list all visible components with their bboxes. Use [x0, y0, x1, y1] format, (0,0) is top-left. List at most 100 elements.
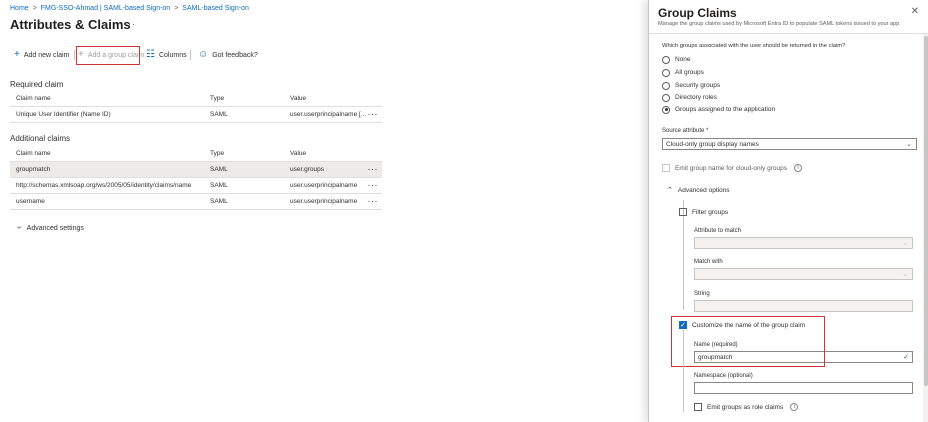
row-more-icon[interactable]: ···	[368, 194, 379, 208]
header-claim-name: Claim name	[16, 150, 51, 157]
required-claims-table: Claim name Type Value Unique User Identi…	[10, 91, 382, 123]
checkbox-icon	[694, 403, 702, 411]
radio-none[interactable]: None	[662, 54, 691, 65]
source-attribute-select[interactable]: Cloud-only group display names ⌄	[662, 138, 917, 150]
advanced-settings-toggle[interactable]: › Advanced settings	[14, 223, 84, 232]
radio-label: All groups	[675, 69, 704, 76]
claim-type: SAML	[210, 111, 228, 118]
header-type: Type	[210, 150, 225, 157]
match-with-select[interactable]: ⌄	[694, 268, 913, 280]
claim-name: username	[16, 198, 45, 205]
radio-label: Groups assigned to the application	[675, 106, 776, 113]
table-row[interactable]: http://schemas.xmlsoap.org/ws/2005/05/id…	[10, 178, 382, 194]
info-icon[interactable]: i	[790, 403, 799, 411]
row-more-icon[interactable]: ···	[368, 162, 379, 176]
string-input[interactable]	[694, 300, 913, 312]
more-options-icon[interactable]: ···	[124, 19, 136, 29]
filter-groups-label: Filter groups	[692, 208, 729, 216]
claim-value: user.userprincipalname [...	[290, 111, 367, 118]
string-label: String	[694, 291, 710, 297]
feedback-icon: ☺	[198, 49, 209, 60]
attribute-to-match-label: Attribute to match	[694, 228, 742, 234]
attribute-to-match-select[interactable]: ⌄	[694, 237, 913, 249]
close-icon[interactable]: ✕	[911, 6, 919, 17]
checkbox-icon	[662, 164, 670, 172]
columns-label: Columns	[158, 51, 187, 59]
add-new-claim-label: Add new claim	[23, 51, 70, 59]
chevron-down-icon: ⌄	[902, 240, 908, 247]
checkbox-icon	[679, 208, 687, 216]
advanced-settings-label: Advanced settings	[26, 225, 84, 232]
chevron-down-icon: ⌄	[902, 271, 908, 278]
radio-label: Directory roles	[675, 94, 717, 101]
radio-selected-icon	[662, 105, 670, 114]
additional-claims-title: Additional claims	[10, 134, 71, 143]
filter-groups-checkbox[interactable]: Filter groups	[679, 208, 728, 216]
table-row[interactable]: username SAML user.userprincipalname ···	[10, 194, 382, 210]
chevron-down-icon: ⌄	[906, 141, 912, 148]
checkmark-icon: ✓	[903, 354, 909, 361]
columns-icon: ☷	[146, 49, 155, 60]
info-icon[interactable]: i	[794, 164, 803, 172]
highlight-add-group-claim	[76, 46, 140, 65]
emit-role-claims-checkbox[interactable]: Emit groups as role claims i	[694, 403, 799, 411]
breadcrumb-app[interactable]: FMG-SSO-Ahmad | SAML-based Sign-on	[41, 5, 170, 12]
panel-subtitle: Manage the group claims used by Microsof…	[658, 21, 900, 27]
feedback-label: Got feedback?	[212, 51, 258, 59]
claim-type: SAML	[210, 182, 228, 189]
match-with-label: Match with	[694, 259, 723, 265]
table-row[interactable]: Unique User Identifier (Name ID) SAML us…	[10, 107, 382, 123]
header-value: Value	[290, 95, 307, 102]
chevron-down-icon: ›	[14, 226, 24, 229]
chevron-up-icon: ⌃	[667, 187, 673, 194]
main-area: Home > FMG-SSO-Ahmad | SAML-based Sign-on >…	[0, 0, 648, 422]
claim-type: SAML	[210, 166, 228, 173]
claim-name: groupmatch	[16, 166, 51, 173]
header-claim-name: Claim name	[16, 95, 51, 102]
plus-icon: +	[14, 49, 20, 60]
row-more-icon[interactable]: ···	[368, 107, 379, 121]
additional-claims-table: Claim name Type Value groupmatch SAML us…	[10, 146, 382, 210]
breadcrumb: Home > FMG-SSO-Ahmad | SAML-based Sign-on >…	[10, 5, 249, 12]
namespace-label: Namespace (optional)	[694, 373, 753, 379]
radio-security-groups[interactable]: Security groups	[662, 80, 720, 91]
emit-role-claims-label: Emit groups as role claims	[707, 403, 784, 411]
table-row[interactable]: groupmatch SAML user.groups ···	[10, 162, 382, 178]
advanced-options-toggle[interactable]: ⌃ Advanced options	[667, 186, 730, 195]
radio-label: None	[675, 56, 691, 63]
breadcrumb-home[interactable]: Home	[10, 5, 29, 12]
claim-type: SAML	[210, 198, 228, 205]
radio-label: Security groups	[675, 82, 721, 89]
namespace-input[interactable]	[694, 382, 913, 394]
header-value: Value	[290, 150, 307, 157]
header-type: Type	[210, 95, 225, 102]
add-new-claim-button[interactable]: + Add new claim	[14, 48, 69, 62]
claim-value: user.groups	[290, 166, 324, 173]
source-attribute-value: Cloud-only group display names	[666, 141, 759, 148]
radio-directory-roles[interactable]: Directory roles	[662, 92, 717, 103]
row-more-icon[interactable]: ···	[368, 178, 379, 192]
highlight-customize-name	[671, 316, 825, 367]
advanced-options-label: Advanced options	[677, 186, 730, 194]
radio-icon	[662, 55, 670, 64]
radio-groups-assigned[interactable]: Groups assigned to the application	[662, 104, 775, 115]
radio-icon	[662, 93, 670, 102]
radio-icon	[662, 68, 670, 77]
emit-group-name-checkbox[interactable]: Emit group name for cloud-only groups i	[662, 164, 803, 172]
feedback-button[interactable]: ☺ Got feedback?	[198, 48, 258, 62]
page-title: Attributes & Claims	[10, 17, 131, 32]
group-claims-panel: Group Claims ✕ Manage the group claims u…	[648, 0, 928, 422]
table-header: Claim name Type Value	[10, 91, 382, 107]
radio-all-groups[interactable]: All groups	[662, 67, 704, 78]
groups-question: Which groups associated with the user sh…	[662, 43, 846, 49]
required-claim-title: Required claim	[10, 80, 64, 89]
radio-icon	[662, 81, 670, 90]
claim-name: http://schemas.xmlsoap.org/ws/2005/05/id…	[16, 182, 192, 189]
panel-title: Group Claims	[658, 6, 737, 20]
claim-name: Unique User Identifier (Name ID)	[16, 111, 111, 118]
claim-value: user.userprincipalname	[290, 198, 358, 205]
columns-button[interactable]: ☷ Columns	[146, 48, 187, 62]
breadcrumb-saml[interactable]: SAML-based Sign-on	[182, 5, 249, 12]
scrollbar-thumb[interactable]	[924, 36, 928, 386]
source-attribute-label: Source attribute *	[662, 128, 709, 134]
